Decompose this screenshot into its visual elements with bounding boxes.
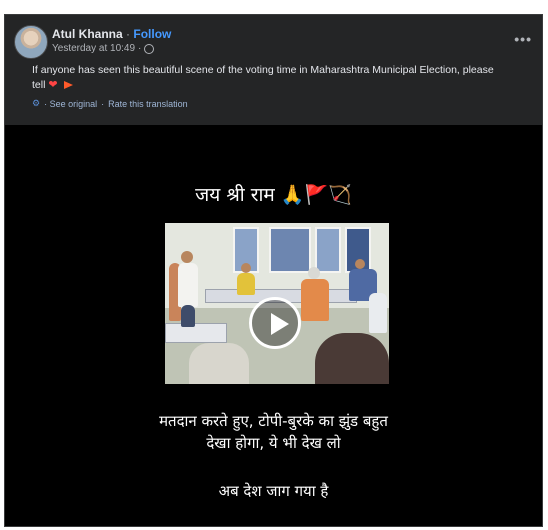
thumb-head [241, 263, 251, 273]
video-text-line1: मतदान करते हुए, टोपी-बुरके का झुंड बहुत [159, 412, 388, 430]
play-button[interactable] [249, 297, 301, 349]
thumb-head [308, 267, 320, 279]
thumb-person [237, 273, 255, 295]
video-thumbnail[interactable] [165, 223, 389, 384]
post-header: Atul Khanna · Follow Yesterday at 10:49 … [5, 15, 542, 125]
timestamp-row: Yesterday at 10:49 · [52, 43, 155, 54]
rate-translation-link[interactable]: Rate this translation [108, 99, 188, 109]
more-options-icon[interactable]: ••• [514, 31, 532, 47]
separator-dot: · [126, 27, 131, 41]
avatar[interactable] [14, 25, 48, 59]
video-text-line3: अब देश जाग गया है [218, 482, 329, 500]
timestamp[interactable]: Yesterday at 10:49 [52, 43, 135, 54]
follow-button[interactable]: Follow [133, 27, 171, 41]
thumb-chair [189, 343, 249, 384]
thumb-person [181, 305, 195, 327]
author-name[interactable]: Atul Khanna [52, 27, 123, 41]
globe-icon [144, 43, 155, 54]
thumb-window [315, 227, 341, 273]
thumb-person [369, 293, 387, 333]
video-player[interactable]: जय श्री राम 🙏🚩🏹 मतदान करते हुए, टोपी-बुर… [5, 125, 542, 526]
video-title-text: जय श्री राम 🙏🚩🏹 [195, 184, 352, 206]
play-icon [271, 313, 289, 335]
thumb-window [269, 227, 311, 273]
post-card: Atul Khanna · Follow Yesterday at 10:49 … [4, 14, 543, 527]
thumb-head [355, 259, 365, 269]
author-row: Atul Khanna · Follow [52, 27, 171, 41]
translation-row: ⚙ · See original · Rate this translation [32, 98, 188, 109]
caption-text: If anyone has seen this beautiful scene … [32, 64, 494, 91]
thumb-head [181, 251, 193, 263]
thumb-table [165, 323, 227, 343]
video-text-line2: देखा होगा, ये भी देख लो [206, 434, 341, 452]
see-original-link[interactable]: · See original [44, 99, 97, 109]
flag-icon [63, 81, 73, 90]
heart-icon: ❤ [48, 79, 58, 91]
thumb-person [301, 279, 329, 321]
thumb-person [315, 333, 389, 384]
translate-gear-icon: ⚙ [32, 98, 41, 108]
translate-separator: · [101, 98, 105, 109]
post-caption: If anyone has seen this beautiful scene … [32, 63, 502, 93]
thumb-person [178, 263, 198, 307]
timestamp-separator: · [138, 43, 142, 54]
